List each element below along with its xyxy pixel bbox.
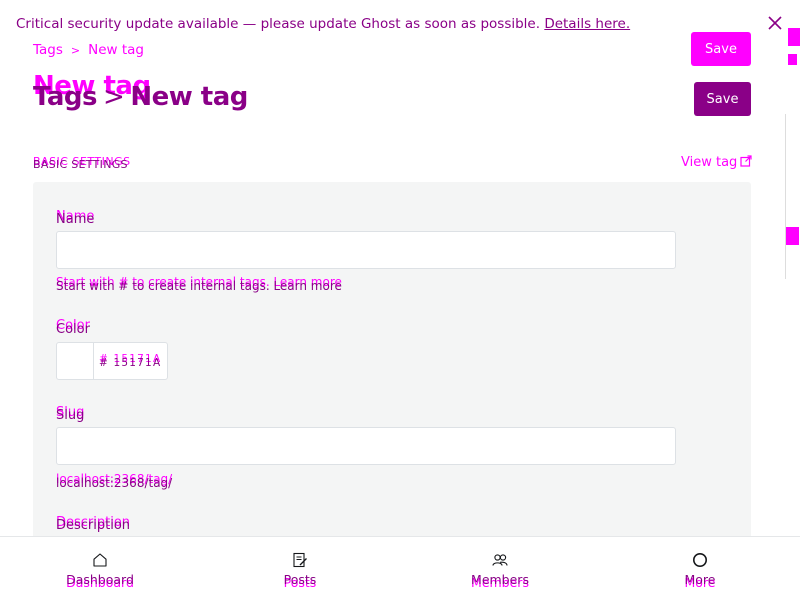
breadcrumb: Tags > New tag: [33, 42, 144, 58]
slug-input[interactable]: [56, 427, 676, 465]
breadcrumb-tags-link[interactable]: Tags: [33, 42, 63, 58]
banner-message: Critical security update available — ple…: [16, 16, 630, 32]
basic-settings-panel: Name Name Start with # to create interna…: [33, 182, 751, 540]
posts-icon: [293, 552, 307, 568]
nav-item-posts[interactable]: Posts Posts: [200, 537, 400, 600]
nav-item-dashboard[interactable]: Dashboard Dashboard: [0, 537, 200, 600]
name-label: Name: [56, 212, 95, 227]
page-title: Tags > New tag: [33, 82, 248, 112]
nav-item-members[interactable]: Members Members: [400, 537, 600, 600]
view-tag-label: View tag: [681, 155, 738, 170]
color-value: # 15171A: [99, 357, 162, 369]
slug-url: localhost:2368/tag/: [56, 476, 173, 490]
save-button[interactable]: Save: [694, 82, 751, 116]
breadcrumb-separator: >: [70, 44, 81, 57]
color-label: Color: [56, 322, 90, 337]
nav-label-posts: Posts: [283, 572, 317, 587]
nav-label-dashboard: Dashboard: [66, 572, 134, 587]
name-input[interactable]: [56, 231, 676, 269]
name-hint: Start with # to create internal tags. Le…: [56, 279, 342, 293]
banner-message-text: Critical security update available — ple…: [16, 16, 541, 32]
nav-label-more: More: [684, 572, 716, 587]
scroll-up-arrow-icon[interactable]: [788, 54, 797, 65]
banner-details-link[interactable]: Details here.: [544, 16, 630, 32]
external-link-icon: [740, 155, 752, 167]
scrollbar-thumb[interactable]: [785, 114, 800, 279]
section-heading: BASIC SETTINGS: [33, 158, 128, 171]
members-icon: [492, 554, 508, 566]
scrollbar-top: [785, 0, 800, 46]
breadcrumb-current: New tag: [88, 42, 144, 58]
view-tag-link[interactable]: View tag: [681, 155, 752, 170]
scrollbar[interactable]: [785, 46, 800, 536]
nav-item-more[interactable]: More More: [600, 537, 800, 600]
scrollbar-top-marker: [788, 28, 800, 46]
scrollbar-thumb-highlight[interactable]: [786, 227, 799, 245]
bottom-nav: Dashboard Dashboard Posts Posts Members …: [0, 536, 800, 600]
color-picker[interactable]: # 15171A # 15171A: [56, 342, 168, 380]
save-button-overlay[interactable]: Save: [691, 32, 751, 66]
more-icon: [693, 553, 707, 567]
description-label: Description: [56, 518, 131, 533]
close-icon[interactable]: [766, 14, 784, 32]
slug-label: Slug: [56, 408, 85, 423]
nav-label-members: Members: [471, 572, 529, 587]
page-title-current: New tag: [130, 82, 248, 112]
page-title-separator: >: [103, 82, 125, 112]
color-swatch[interactable]: [57, 343, 94, 379]
home-icon: [93, 553, 107, 567]
page-title-parent[interactable]: Tags: [33, 82, 98, 112]
